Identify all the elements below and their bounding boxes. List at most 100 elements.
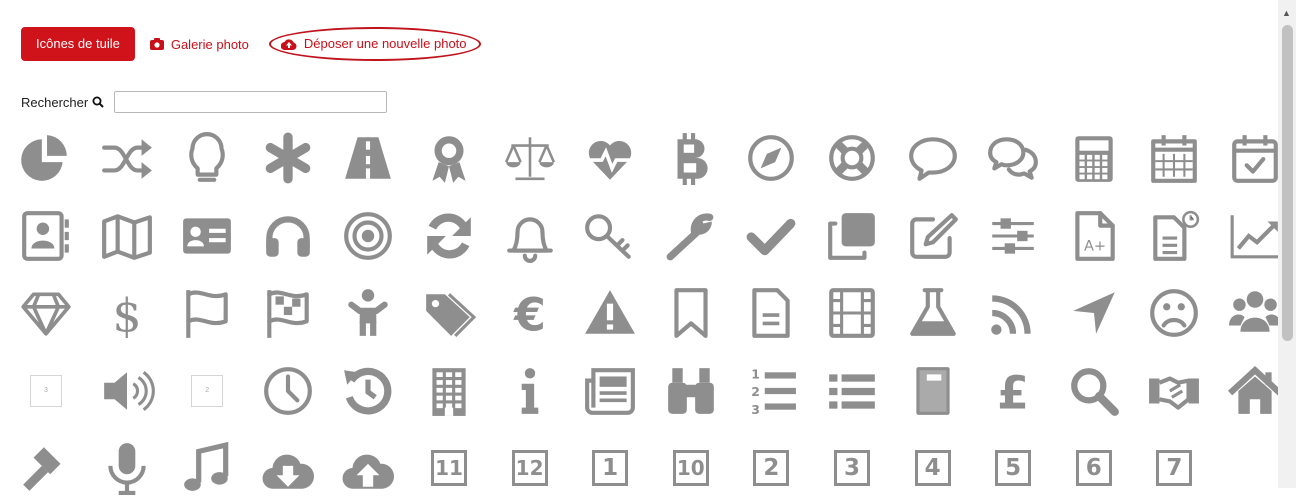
tile-life-ring-icon[interactable] xyxy=(824,130,880,186)
tile-warning-icon[interactable] xyxy=(582,285,638,341)
tile-comment-icon[interactable] xyxy=(905,130,961,186)
tile-file-clock-icon[interactable] xyxy=(1146,208,1202,264)
warning-icon xyxy=(585,290,636,334)
gavel-icon xyxy=(23,447,61,491)
clone-icon xyxy=(828,212,875,260)
list-icon xyxy=(829,373,875,409)
upload-photo-tab[interactable]: Déposer une nouvelle photo xyxy=(268,27,481,61)
tile-calculator-icon[interactable] xyxy=(1066,130,1122,186)
tile-id-card-icon[interactable] xyxy=(179,208,235,264)
check-icon xyxy=(746,218,796,255)
tile-small-tile-2-icon[interactable]: 2 xyxy=(179,363,235,419)
tile-refresh-icon[interactable] xyxy=(421,208,477,264)
pound-icon: £ xyxy=(997,366,1029,419)
tile-euro-icon[interactable]: € xyxy=(502,285,558,342)
tile-home-icon[interactable] xyxy=(1227,363,1283,419)
tile-check-icon[interactable] xyxy=(743,208,799,264)
number-tile-label: 10 xyxy=(672,450,709,486)
frown-icon xyxy=(1150,289,1199,337)
tile-small-tile-3-icon[interactable]: 3 xyxy=(18,363,74,419)
tile-clock-icon[interactable] xyxy=(260,363,316,419)
tile-grade-file-icon[interactable]: A+ xyxy=(1066,208,1122,264)
photo-gallery-label: Galerie photo xyxy=(170,36,249,52)
tile-search-icon[interactable] xyxy=(1066,363,1122,419)
id-card-icon xyxy=(183,217,232,254)
tile-lightbulb-icon[interactable] xyxy=(179,130,235,186)
tile-newspaper-icon[interactable] xyxy=(582,363,638,419)
tile-bell-icon[interactable] xyxy=(502,208,558,264)
tile-compass-icon[interactable] xyxy=(743,130,799,186)
tile-flag-icon[interactable] xyxy=(179,285,235,341)
photo-gallery-tab[interactable]: Galerie photo xyxy=(149,36,249,52)
tile-balance-scale-icon[interactable] xyxy=(502,130,558,186)
tile-film-icon[interactable] xyxy=(824,285,880,341)
tile-list-icon[interactable] xyxy=(824,363,880,419)
tile-pound-icon[interactable]: £ xyxy=(985,363,1041,419)
vertical-scrollbar[interactable]: ▲ xyxy=(1278,0,1296,488)
shuffle-icon xyxy=(101,139,152,179)
key-icon xyxy=(585,213,631,259)
tile-binoculars-icon[interactable] xyxy=(663,363,719,419)
tile-building-icon[interactable] xyxy=(421,363,477,419)
search-icon xyxy=(1070,367,1119,416)
tile-headphones-icon[interactable] xyxy=(260,208,316,264)
tile-tags-icon[interactable] xyxy=(421,285,477,341)
tile-calendar-check-icon[interactable] xyxy=(1227,130,1283,186)
tile-edit-icon[interactable] xyxy=(905,208,961,264)
history-icon xyxy=(344,367,392,414)
tile-bullseye-icon[interactable] xyxy=(340,208,396,264)
clock-icon xyxy=(263,366,312,415)
tile-notebook-icon[interactable] xyxy=(905,363,961,419)
tile-key-icon[interactable] xyxy=(582,208,638,264)
tile-asterisk-icon[interactable] xyxy=(260,130,316,186)
search-bar: Rechercher xyxy=(21,91,388,113)
tile-address-book-icon[interactable] xyxy=(18,208,74,264)
tile-location-arrow-icon[interactable] xyxy=(1066,285,1122,341)
tile-handshake-icon[interactable] xyxy=(1146,363,1202,419)
number-tile-label: 11 xyxy=(431,450,467,486)
tile-history-icon[interactable] xyxy=(340,363,396,419)
tile-ordered-list-icon[interactable]: 1 2 3 xyxy=(743,363,799,419)
tile-child-icon[interactable] xyxy=(340,285,396,341)
map-icon xyxy=(101,213,152,260)
tile-comments-icon[interactable] xyxy=(985,130,1041,186)
tile-volume-up-icon[interactable] xyxy=(99,363,155,419)
tile-file-text-icon[interactable] xyxy=(743,285,799,341)
number-tile-label: 7 xyxy=(1156,450,1193,486)
tags-icon xyxy=(426,293,477,337)
scrollbar-thumb[interactable] xyxy=(1282,25,1293,341)
tile-award-icon[interactable] xyxy=(421,130,477,186)
search-icon xyxy=(92,96,104,108)
tile-map-icon[interactable] xyxy=(99,208,155,264)
tile-diamond-icon[interactable] xyxy=(18,285,74,341)
tile-sliders-icon[interactable] xyxy=(985,208,1041,264)
tile-road-icon[interactable] xyxy=(340,130,396,186)
tile-icons-tab[interactable]: Icônes de tuile xyxy=(21,27,135,61)
tile-info-icon[interactable] xyxy=(502,363,558,419)
tile-shuffle-icon[interactable] xyxy=(99,130,155,186)
bookmark-icon xyxy=(674,288,708,338)
tile-heartbeat-icon[interactable] xyxy=(582,130,638,186)
search-input[interactable] xyxy=(114,91,388,113)
building-icon xyxy=(432,367,466,416)
tile-wrench-icon[interactable] xyxy=(663,208,719,264)
tile-bitcoin-icon[interactable] xyxy=(663,130,719,186)
number-tile-label: 3 xyxy=(834,450,870,486)
ordered-list-icon: 1 2 3 xyxy=(752,366,797,416)
tile-dollar-icon[interactable]: $ xyxy=(99,285,155,343)
tile-clone-icon[interactable] xyxy=(824,208,880,264)
tile-frown-icon[interactable] xyxy=(1146,285,1202,341)
tile-users-icon[interactable] xyxy=(1227,285,1283,341)
tile-rss-icon[interactable] xyxy=(985,285,1041,341)
tile-line-chart-icon[interactable] xyxy=(1227,208,1283,264)
tile-bookmark-icon[interactable] xyxy=(663,285,719,341)
scroll-up-arrow[interactable]: ▲ xyxy=(1282,8,1291,18)
child-icon xyxy=(348,289,389,336)
number-tile-label: 4 xyxy=(914,450,951,486)
tile-pie-chart-icon[interactable] xyxy=(18,130,74,186)
grade-file-icon: A+ xyxy=(1075,210,1115,261)
tile-flask-icon[interactable] xyxy=(905,285,961,341)
tile-calendar-icon[interactable] xyxy=(1146,130,1202,186)
tile-flag-checkered-icon[interactable] xyxy=(260,285,316,341)
broken-image-placeholder: 2 xyxy=(191,374,224,407)
